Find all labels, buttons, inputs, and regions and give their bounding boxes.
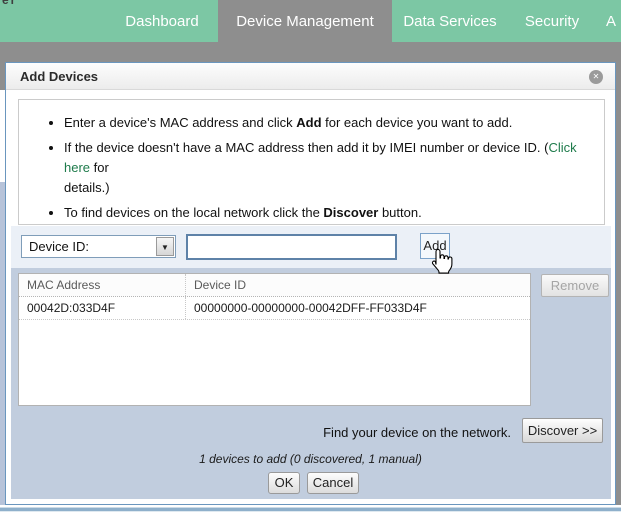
instruction-text: for [90, 160, 109, 175]
instruction-text: for each device you want to add. [322, 115, 513, 130]
nav-tab-device-management[interactable]: Device Management [218, 0, 392, 42]
column-header-mac-address: MAC Address [19, 274, 185, 296]
discover-button[interactable]: Discover >> [522, 418, 603, 443]
devices-table: MAC Address Device ID 00042D:033D4F 0000… [18, 273, 531, 406]
devices-to-add-status: 1 devices to add (0 discovered, 1 manual… [6, 452, 615, 466]
top-nav-bar: er Dashboard Device Management Data Serv… [0, 0, 621, 42]
nav-tab-dashboard[interactable]: Dashboard [110, 0, 214, 42]
instruction-bold: Discover [323, 205, 378, 220]
cell-device-id: 00000000-00000000-00042DFF-FF033D4F [185, 297, 530, 319]
id-type-select[interactable]: Device ID: ▼ [21, 235, 176, 258]
instruction-text: If the device doesn't have a MAC address… [64, 140, 548, 155]
instructions-box: Enter a device's MAC address and click A… [18, 99, 605, 225]
nav-tab-administration-truncated[interactable]: A [606, 0, 621, 42]
ok-button[interactable]: OK [268, 472, 300, 494]
instruction-text: button. [378, 205, 421, 220]
instruction-bold: Add [296, 115, 321, 130]
discover-hint-text: Find your device on the network. [186, 425, 511, 440]
close-icon[interactable]: ✕ [589, 70, 603, 84]
dialog-titlebar: Add Devices ✕ [6, 63, 615, 90]
background-page-divider [0, 508, 621, 511]
instruction-text: Enter a device's MAC address and click [64, 115, 296, 130]
cell-mac-address: 00042D:033D4F [19, 297, 185, 319]
dialog-title: Add Devices [20, 63, 98, 90]
logo-fragment: er [2, 0, 28, 8]
instruction-item: If the device doesn't have a MAC address… [64, 138, 596, 198]
remove-button[interactable]: Remove [541, 274, 609, 297]
background-page-bottom-strip [0, 505, 621, 518]
chevron-down-icon[interactable]: ▼ [156, 237, 174, 256]
instruction-item: Enter a device's MAC address and click A… [64, 113, 596, 133]
nav-tab-security[interactable]: Security [518, 0, 586, 42]
nav-tab-data-services[interactable]: Data Services [396, 0, 504, 42]
cancel-button[interactable]: Cancel [307, 472, 359, 494]
id-type-selected-value: Device ID: [29, 236, 89, 257]
add-button[interactable]: Add [420, 233, 450, 259]
screen: er Dashboard Device Management Data Serv… [0, 0, 621, 518]
devices-table-header: MAC Address Device ID [19, 274, 530, 297]
instruction-item: To find devices on the local network cli… [64, 203, 596, 223]
column-header-device-id: Device ID [185, 274, 530, 296]
instruction-text: To find devices on the local network cli… [64, 205, 323, 220]
instruction-text: details.) [64, 180, 110, 195]
add-devices-dialog: Add Devices ✕ Enter a device's MAC addre… [5, 62, 616, 505]
table-row[interactable]: 00042D:033D4F 00000000-00000000-00042DFF… [19, 297, 530, 320]
device-id-input[interactable] [186, 234, 397, 260]
